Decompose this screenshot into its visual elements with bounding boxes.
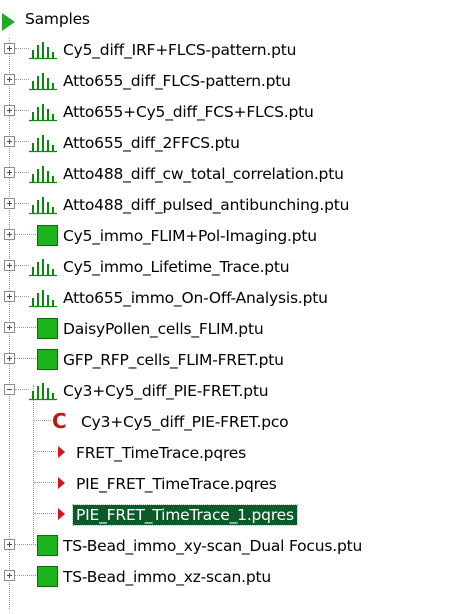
red-triangle-icon	[58, 508, 65, 520]
tree-item[interactable]: TS-Bead_immo_xy-scan_Dual Focus.ptu	[0, 530, 456, 561]
tree-child-item[interactable]: PIE_FRET_TimeTrace.pqres	[0, 468, 456, 499]
green-square-icon	[37, 535, 58, 556]
tree-connector	[15, 389, 29, 390]
tree-connector	[15, 48, 29, 49]
tree-child-label: PIE_FRET_TimeTrace.pqres	[76, 475, 277, 493]
red-triangle-icon	[58, 477, 65, 489]
tree-item[interactable]: Cy3+Cy5_diff_PIE-FRET.ptu	[0, 375, 456, 406]
bar-chart-icon	[29, 288, 57, 308]
green-square-icon	[37, 225, 58, 246]
tree-child-item[interactable]: PIE_FRET_TimeTrace_1.pqres	[0, 499, 456, 530]
expand-toggle[interactable]	[4, 291, 15, 302]
bar-chart-icon	[29, 40, 57, 60]
tree-item[interactable]: Cy5_immo_FLIM+Pol-Imaging.ptu	[0, 220, 456, 251]
red-triangle-icon	[58, 446, 65, 458]
bar-chart-icon	[29, 164, 57, 184]
expand-toggle[interactable]	[4, 353, 15, 364]
tree-connector	[15, 172, 29, 173]
tree-child-item[interactable]: FRET_TimeTrace.pqres	[0, 437, 456, 468]
tree-item[interactable]: TS-Bead_immo_xz-scan.ptu	[0, 561, 456, 592]
bar-chart-icon	[29, 102, 57, 122]
expand-toggle[interactable]	[4, 260, 15, 271]
tree-connector	[15, 544, 36, 545]
tree-child-item[interactable]: C Cy3+Cy5_diff_PIE-FRET.pco	[0, 406, 456, 437]
tree-connector	[15, 327, 36, 328]
expand-toggle[interactable]	[4, 74, 15, 85]
tree-item[interactable]: GFP_RFP_cells_FLIM-FRET.ptu	[0, 344, 456, 375]
green-triangle-icon	[2, 13, 15, 31]
tree-connector	[15, 575, 36, 576]
tree-item-label: Cy5_diff_IRF+FLCS-pattern.ptu	[63, 41, 297, 59]
tree-root-label: Samples	[25, 10, 90, 28]
tree-child-label: Cy3+Cy5_diff_PIE-FRET.pco	[81, 413, 289, 431]
tree-item-label: TS-Bead_immo_xy-scan_Dual Focus.ptu	[63, 537, 363, 555]
tree-item[interactable]: Atto655+Cy5_diff_FCS+FLCS.ptu	[0, 96, 456, 127]
tree-item-label: DaisyPollen_cells_FLIM.ptu	[63, 320, 264, 338]
expand-toggle[interactable]	[4, 105, 15, 116]
expand-toggle[interactable]	[4, 539, 15, 550]
tree-connector	[15, 110, 29, 111]
bar-chart-icon	[29, 133, 57, 153]
tree-item[interactable]: Atto655_immo_On-Off-Analysis.ptu	[0, 282, 456, 313]
file-tree: Samples Cy5_diff_IRF+FLCS-pattern.ptu Att…	[0, 0, 456, 614]
tree-connector	[15, 358, 36, 359]
tree-connector	[15, 141, 29, 142]
tree-item-label: GFP_RFP_cells_FLIM-FRET.ptu	[63, 351, 284, 369]
tree-item-label: Cy5_immo_FLIM+Pol-Imaging.ptu	[63, 227, 317, 245]
tree-connector	[34, 420, 51, 421]
tree-connector	[34, 451, 56, 452]
tree-item-label: Atto655+Cy5_diff_FCS+FLCS.ptu	[63, 103, 314, 121]
expand-toggle[interactable]	[4, 167, 15, 178]
tree-connector	[34, 482, 56, 483]
tree-child-label-selected: PIE_FRET_TimeTrace_1.pqres	[72, 504, 298, 526]
tree-item[interactable]: Atto655_diff_FLCS-pattern.ptu	[0, 65, 456, 96]
expand-toggle[interactable]	[4, 136, 15, 147]
tree-item-label: Cy5_immo_Lifetime_Trace.ptu	[63, 258, 290, 276]
tree-item-label: TS-Bead_immo_xz-scan.ptu	[63, 568, 272, 586]
tree-connector	[15, 265, 29, 266]
tree-item[interactable]: Atto488_diff_cw_total_correlation.ptu	[0, 158, 456, 189]
tree-item-label: Cy3+Cy5_diff_PIE-FRET.ptu	[63, 382, 269, 400]
expand-toggle[interactable]	[4, 198, 15, 209]
green-square-icon	[37, 566, 58, 587]
tree-root-samples[interactable]: Samples	[0, 3, 456, 34]
expand-toggle[interactable]	[4, 43, 15, 54]
bar-chart-icon	[29, 381, 57, 401]
tree-item-label: Atto655_diff_2FFCS.ptu	[63, 134, 240, 152]
collapse-toggle[interactable]	[4, 384, 15, 395]
tree-connector	[34, 513, 56, 514]
expand-toggle[interactable]	[4, 322, 15, 333]
tree-connector	[15, 79, 29, 80]
expand-toggle[interactable]	[4, 570, 15, 581]
green-square-icon	[37, 349, 58, 370]
tree-item-label: Atto655_diff_FLCS-pattern.ptu	[63, 72, 291, 90]
tree-item[interactable]: Cy5_diff_IRF+FLCS-pattern.ptu	[0, 34, 456, 65]
tree-connector	[15, 203, 29, 204]
expand-toggle[interactable]	[4, 229, 15, 240]
tree-child-label: FRET_TimeTrace.pqres	[76, 444, 246, 462]
tree-item-label: Atto488_diff_pulsed_antibunching.ptu	[63, 196, 350, 214]
bar-chart-icon	[29, 257, 57, 277]
tree-item[interactable]: Atto488_diff_pulsed_antibunching.ptu	[0, 189, 456, 220]
tree-item[interactable]: Atto655_diff_2FFCS.ptu	[0, 127, 456, 158]
bar-chart-icon	[29, 71, 57, 91]
green-square-icon	[37, 318, 58, 339]
red-c-icon: C	[52, 409, 67, 433]
tree-item[interactable]: DaisyPollen_cells_FLIM.ptu	[0, 313, 456, 344]
tree-item-label: Atto488_diff_cw_total_correlation.ptu	[63, 165, 344, 183]
tree-item-label: Atto655_immo_On-Off-Analysis.ptu	[63, 289, 328, 307]
tree-connector	[15, 234, 36, 235]
tree-item[interactable]: Cy5_immo_Lifetime_Trace.ptu	[0, 251, 456, 282]
bar-chart-icon	[29, 195, 57, 215]
tree-connector	[15, 296, 29, 297]
